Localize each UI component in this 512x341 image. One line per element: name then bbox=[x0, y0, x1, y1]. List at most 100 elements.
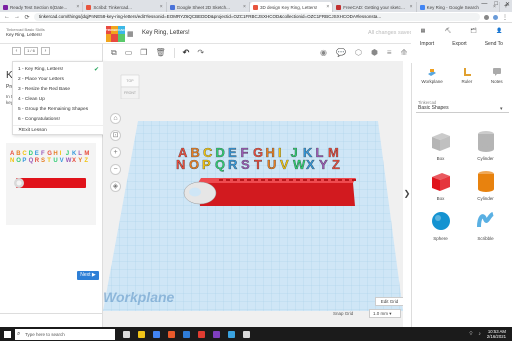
comment-icon[interactable]: 💬 bbox=[336, 48, 346, 57]
browser-tab[interactable]: FreeCAD: Getting your sketches × bbox=[333, 2, 417, 12]
tab-close-icon[interactable]: × bbox=[410, 4, 413, 10]
zoom-in-icon[interactable]: + bbox=[110, 147, 121, 158]
start-button[interactable] bbox=[0, 327, 14, 341]
redo-icon[interactable]: ↷ bbox=[197, 48, 204, 57]
taskbar-clock[interactable]: 10:53 AM 2/16/2021 bbox=[487, 329, 506, 339]
taskbar-app-icon[interactable] bbox=[138, 330, 145, 338]
next-button[interactable]: Next ▶ bbox=[77, 271, 99, 280]
shape-tile-box[interactable]: Box bbox=[418, 129, 463, 161]
duplicate-icon[interactable]: ❐ bbox=[140, 48, 147, 57]
tab-close-icon[interactable]: × bbox=[76, 4, 79, 10]
letter-shape[interactable]: T bbox=[254, 157, 262, 172]
letter-shape[interactable]: U bbox=[267, 157, 277, 172]
grid-view-icon[interactable]: ▦ bbox=[421, 28, 426, 34]
close-window-button[interactable]: ✕ bbox=[505, 1, 510, 8]
export-button[interactable]: Export bbox=[452, 41, 466, 47]
notes-tool[interactable]: Notes bbox=[491, 67, 503, 84]
tools-icon[interactable]: ⛏ bbox=[445, 28, 451, 34]
tab-close-icon[interactable]: × bbox=[326, 4, 329, 10]
taskbar-app-icon[interactable] bbox=[198, 330, 205, 338]
menu-icon[interactable]: ⋮ bbox=[502, 14, 508, 21]
exit-lesson-item[interactable]: ✕ Exit Lesson bbox=[13, 125, 104, 135]
fit-view-icon[interactable]: ⊡ bbox=[110, 130, 121, 141]
lesson-step-item[interactable]: 3 - Resize the Red Base bbox=[13, 84, 104, 94]
zoom-out-icon[interactable]: − bbox=[110, 164, 121, 175]
key-ring-loop[interactable] bbox=[183, 181, 217, 205]
lesson-prev-button[interactable]: ‹ bbox=[12, 47, 21, 55]
key-ring-base[interactable] bbox=[198, 178, 356, 206]
shape-tile-cylinder[interactable]: Cylinder bbox=[463, 169, 508, 201]
minimize-button[interactable]: — bbox=[481, 1, 487, 8]
shape-tile-sphere[interactable]: Sphere bbox=[418, 209, 463, 241]
network-icon[interactable]: ⌔ bbox=[469, 331, 474, 337]
delete-icon[interactable]: 🗑 bbox=[155, 48, 165, 57]
taskbar-app-icon[interactable] bbox=[183, 330, 190, 338]
import-button[interactable]: Import bbox=[420, 41, 434, 47]
lesson-step-item[interactable]: 1 - Key Ring, Letters! ✔ bbox=[13, 64, 104, 74]
letter-shape[interactable]: Y bbox=[319, 157, 328, 172]
workplane-area[interactable]: ABCDEFGHIJKLMNOPQRSTUVWXYZ TOP FRONT ⌂ ⊡… bbox=[103, 61, 403, 327]
design-title[interactable]: Key Ring, Letters! bbox=[142, 30, 190, 36]
browser-tab[interactable]: Ready Test Section 6(Date... × bbox=[0, 2, 84, 12]
letter-shape[interactable]: Z bbox=[332, 157, 340, 172]
letter-shape[interactable]: Q bbox=[215, 157, 225, 172]
letter-shape[interactable]: W bbox=[293, 157, 306, 172]
browser-tab[interactable]: 3D design Key Ring, Letters! × bbox=[249, 2, 334, 12]
user-avatar-icon[interactable]: 👤 bbox=[496, 28, 502, 34]
solid-icon[interactable]: ⬡ bbox=[355, 48, 362, 57]
reload-icon[interactable]: ⟳ bbox=[24, 14, 30, 21]
taskbar-app-icon[interactable] bbox=[213, 330, 220, 338]
letter-shape[interactable]: R bbox=[228, 157, 238, 172]
view-cube-graphic[interactable]: TOP FRONT bbox=[119, 71, 141, 100]
url-field[interactable]: tinkercad.com/things/jdqjPnNE58-key-ring… bbox=[34, 13, 480, 21]
chevron-down-icon[interactable]: ▾ bbox=[500, 106, 503, 112]
extension-icon[interactable] bbox=[484, 14, 489, 20]
snap-grid-select[interactable]: 1.0 mm ▾ bbox=[369, 309, 401, 318]
ruler-tool[interactable]: Ruler bbox=[461, 67, 472, 84]
mirror-icon[interactable]: ⟰ bbox=[401, 48, 408, 57]
send-to-button[interactable]: Send To bbox=[485, 41, 503, 47]
align-icon[interactable]: ≡ bbox=[387, 48, 392, 57]
taskbar-app-icon[interactable] bbox=[153, 330, 160, 338]
lesson-step-item[interactable]: 6 - Congratulations! bbox=[13, 114, 104, 124]
undo-icon[interactable]: ↶ bbox=[183, 48, 190, 57]
folder-icon[interactable]: 🗂 bbox=[470, 28, 476, 34]
taskbar-app-icon[interactable] bbox=[123, 330, 130, 338]
lesson-next-button[interactable]: › bbox=[41, 47, 50, 55]
hole-icon[interactable]: ⬢ bbox=[371, 48, 378, 57]
forward-icon[interactable]: → bbox=[14, 14, 20, 20]
light-icon[interactable]: ◉ bbox=[320, 48, 327, 57]
workplane-tool[interactable]: Workplane bbox=[421, 67, 443, 84]
home-view-icon[interactable]: ⌂ bbox=[110, 113, 121, 124]
lesson-step-item[interactable]: 2 - Place Your Letters bbox=[13, 74, 104, 84]
ortho-view-icon[interactable]: ◈ bbox=[110, 181, 121, 192]
tab-close-icon[interactable]: × bbox=[160, 4, 163, 10]
panel-collapse-icon[interactable]: ❯ bbox=[403, 188, 411, 200]
lesson-step-item[interactable]: 4 - Clean Up bbox=[13, 94, 104, 104]
letter-shape[interactable]: O bbox=[189, 157, 199, 172]
taskbar-search[interactable]: Type here to search bbox=[15, 328, 115, 340]
tab-close-icon[interactable]: × bbox=[243, 4, 246, 10]
letter-shape[interactable]: V bbox=[280, 157, 289, 172]
workplane-grid[interactable]: A B C D E F G H I J K L MN O P Q R S T U V W X Y Z bbox=[103, 61, 403, 327]
shape-tile-cylinder[interactable]: Cylinder bbox=[463, 129, 508, 161]
maximize-button[interactable]: □ bbox=[494, 1, 498, 8]
letter-shape[interactable]: S bbox=[241, 157, 250, 172]
taskbar-app-icon[interactable] bbox=[168, 330, 175, 338]
letter-shape[interactable]: P bbox=[202, 157, 211, 172]
copy-icon[interactable]: ⧉ bbox=[111, 48, 117, 58]
browser-tab[interactable]: Google Sheet 2D Sketch... × bbox=[167, 2, 250, 12]
paste-icon[interactable]: ▭ bbox=[125, 48, 133, 57]
edit-grid-button[interactable]: Edit Grid bbox=[375, 297, 403, 306]
taskbar-app-icon[interactable] bbox=[228, 330, 235, 338]
taskbar-app-icon[interactable] bbox=[243, 330, 250, 338]
letter-shape[interactable]: X bbox=[306, 157, 315, 172]
profile-avatar[interactable] bbox=[493, 14, 498, 20]
shape-library-select[interactable]: Basic Shapes bbox=[416, 104, 509, 113]
volume-icon[interactable]: ♪ bbox=[478, 331, 481, 337]
tinkercad-logo[interactable]: TIN KER CAD bbox=[106, 26, 125, 42]
lesson-page-indicator[interactable]: 1 / 6 bbox=[24, 47, 38, 55]
back-icon[interactable]: ← bbox=[4, 14, 10, 20]
shape-tile-scribble[interactable]: Scribble bbox=[463, 209, 508, 241]
lesson-step-item[interactable]: 5 - Group the Remaining Shapes bbox=[13, 104, 104, 114]
